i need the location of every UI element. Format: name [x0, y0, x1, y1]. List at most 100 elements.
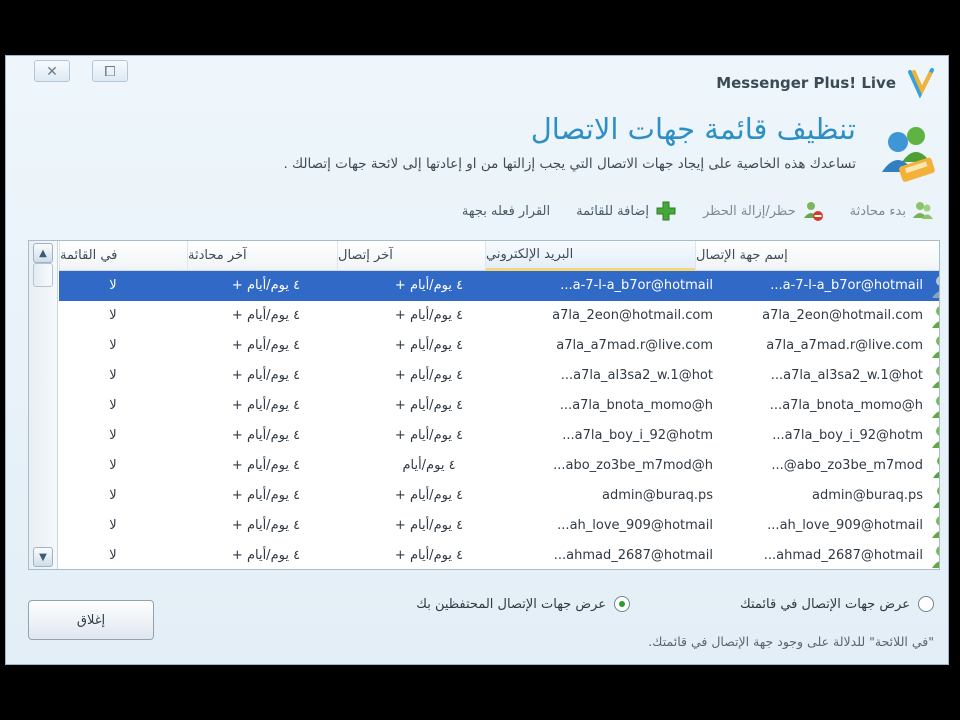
app-title: Messenger Plus! Live [716, 74, 896, 92]
block-unblock-label: حظر/إزالة الحظر [702, 203, 796, 219]
cell-last-contact: ٤ يوم/أيام + [394, 428, 464, 443]
cell-last-chat: ٤ يوم/أيام + [231, 308, 301, 323]
scroll-thumb[interactable] [33, 263, 53, 287]
restore-window-button[interactable]: ⧠ [92, 60, 128, 82]
column-header-contact-name[interactable]: إسم جهة الإتصال [695, 241, 939, 271]
table-row[interactable]: ...a-7-ا-a_b7or@hotmail ...a-7-ا-a_b7or@h… [59, 271, 939, 301]
show-keeping-you-label: عرض جهات الإتصال المحتفظين بك [416, 596, 606, 612]
table-row[interactable]: ...ahmad_2687@hotmail ...ahmad_2687@hotma… [59, 541, 939, 569]
block-unblock-button[interactable]: حظر/إزالة الحظر [703, 200, 824, 222]
cell-contact-name: ...a-7-ا-a_b7or@hotmail [770, 278, 923, 293]
cell-in-list: لا [109, 278, 117, 293]
option-show-keeping-you[interactable]: عرض جهات الإتصال المحتفظين بك [416, 596, 630, 612]
cell-contact-name: ...a7la_boy_i_92@hotm [772, 428, 923, 443]
cell-last-chat: ٤ يوم/أيام + [231, 458, 301, 473]
cell-last-chat: ٤ يوم/أيام + [231, 488, 301, 503]
toolbar: القرار فعله بجهة إضافة للقائمة حظر/إزالة… [462, 200, 934, 222]
start-chat-button[interactable]: بدء محادثة [850, 200, 934, 222]
cell-in-list: لا [109, 488, 117, 503]
cell-email: ...ahmad_2687@hotmail [553, 548, 713, 563]
cell-last-chat: ٤ يوم/أيام + [231, 398, 301, 413]
close-button[interactable]: إغلاق [28, 600, 154, 640]
table-row[interactable]: ...a7la_al3sa2_w.1@hot ...a7la_al3sa2_w.1… [59, 361, 939, 391]
table-row[interactable]: admin@buraq.ps admin@buraq.ps ٤ يوم/أيام +… [59, 481, 939, 511]
page-title: تنظيف قائمة جهات الاتصال [530, 112, 856, 146]
table-row[interactable]: ...@abo_zo3be_m7mod ...abo_zo3be_m7mod@h ٤… [59, 451, 939, 481]
cell-last-chat: ٤ يوم/أيام + [231, 548, 301, 563]
restore-icon: ⧠ [104, 64, 116, 80]
cell-in-list: لا [109, 458, 117, 473]
add-green-icon [656, 201, 676, 221]
table-row[interactable]: ...a7la_boy_i_92@hotm ...a7la_boy_i_92@ho… [59, 421, 939, 451]
cell-last-chat: ٤ يوم/أيام + [231, 338, 301, 353]
cell-contact-name: ...a7la_bnota_momo@h [769, 398, 923, 413]
close-window-button[interactable]: ✕ [34, 60, 70, 82]
cell-email: ...a7la_boy_i_92@hotm [562, 428, 713, 443]
cell-last-contact: ٤ يوم/أيام + [394, 308, 464, 323]
cell-last-chat: ٤ يوم/أيام + [231, 368, 301, 383]
messenger-plus-logo-icon [908, 68, 934, 99]
option-show-in-list[interactable]: عرض جهات الإتصال في قائمتك [740, 596, 934, 612]
cell-last-contact: ٤ يوم/أيام + [394, 548, 464, 563]
page-description: تساعدك هذه الخاصية على إيجاد جهات الاتصا… [283, 156, 856, 172]
contact-blocked-icon [932, 426, 939, 448]
add-to-list-label: إضافة للقائمة [576, 203, 649, 219]
table-row[interactable]: a7la_a7mad.r@live.com a7la_a7mad.r@live.c… [59, 331, 939, 361]
scroll-up-button[interactable]: ▲ [33, 243, 53, 263]
cell-email: admin@buraq.ps [602, 488, 713, 503]
column-header-last-contact[interactable]: آخر إتصال [337, 241, 485, 271]
cell-last-contact: ٤ يوم/أيام + [394, 488, 464, 503]
contact-icon [933, 457, 939, 478]
cell-contact-name: a7la_a7mad.r@live.com [766, 338, 923, 353]
cell-email: ...abo_zo3be_m7mod@h [553, 458, 713, 473]
cell-contact-name: a7la_2eon@hotmail.com [762, 308, 923, 323]
contact-blocked-icon [932, 336, 939, 358]
cell-last-chat: ٤ يوم/أيام + [231, 518, 301, 533]
add-to-list-button[interactable]: إضافة للقائمة [576, 200, 677, 222]
column-header-last-chat[interactable]: آخر محادثة [187, 241, 337, 271]
close-icon: ✕ [46, 64, 58, 80]
cell-in-list: لا [109, 428, 117, 443]
cell-last-chat: ٤ يوم/أيام + [231, 278, 301, 293]
cell-last-contact: ٤ يوم/أيام + [394, 518, 464, 533]
cell-contact-name: ...ahmad_2687@hotmail [763, 548, 923, 563]
cell-email: ...a-7-ا-a_b7or@hotmail [560, 278, 713, 293]
contact-cleanup-window: ✕ ⧠ Messenger Plus! Live تنظيف قائمة جها… [5, 55, 949, 665]
cell-email: a7la_2eon@hotmail.com [552, 308, 713, 323]
toolbar-action-button[interactable]: القرار فعله بجهة [462, 200, 550, 222]
column-header-email[interactable]: البريد الإلكتروني [485, 241, 695, 271]
column-header-in-list[interactable]: في القائمة [59, 241, 187, 271]
block-user-icon [803, 202, 823, 221]
cell-email: ...a7la_al3sa2_w.1@hot [560, 368, 713, 383]
show-in-list-radio[interactable] [918, 596, 934, 612]
chat-icon [913, 202, 933, 219]
cell-email: ...ah_love_909@hotmail [557, 518, 713, 533]
chevron-up-icon: ▲ [39, 248, 47, 259]
contact-blocked-icon [932, 306, 939, 328]
cell-contact-name: admin@buraq.ps [812, 488, 923, 503]
cell-contact-name: ...ah_love_909@hotmail [767, 518, 923, 533]
cell-last-contact: ٤ يوم/أيام + [394, 368, 464, 383]
contact-blocked-icon [932, 546, 939, 568]
cell-contact-name: ...a7la_al3sa2_w.1@hot [770, 368, 923, 383]
contact-blocked-icon [932, 516, 939, 538]
contact-blocked-icon [932, 366, 939, 388]
cell-in-list: لا [109, 308, 117, 323]
scroll-down-button[interactable]: ▼ [33, 547, 53, 567]
cell-in-list: لا [109, 338, 117, 353]
footnote: "في اللائحة" للدلالة على وجود جهة الإتصا… [648, 634, 934, 649]
show-keeping-you-radio[interactable] [614, 596, 630, 612]
table-row[interactable]: a7la_2eon@hotmail.com a7la_2eon@hotmail.c… [59, 301, 939, 331]
table-row[interactable]: ...a7la_bnota_momo@h ...a7la_bnota_momo@h… [59, 391, 939, 421]
cell-last-contact: ٤ يوم/أيام + [394, 338, 464, 353]
start-chat-label: بدء محادثة [849, 203, 906, 219]
contact-blocked-icon [932, 396, 939, 418]
vertical-scrollbar[interactable]: ▲ ▼ [29, 241, 58, 569]
cell-email: a7la_a7mad.r@live.com [556, 338, 713, 353]
cell-last-contact: ٤ يوم/أيام + [394, 398, 464, 413]
chevron-down-icon: ▼ [39, 552, 47, 563]
contact-selected-icon [932, 276, 939, 298]
cell-in-list: لا [109, 398, 117, 413]
table-row[interactable]: ...ah_love_909@hotmail ...ah_love_909@hot… [59, 511, 939, 541]
contacts-table: ▲ ▼ في القائمة آخر محادثة آخر إتصال البر… [28, 240, 940, 570]
